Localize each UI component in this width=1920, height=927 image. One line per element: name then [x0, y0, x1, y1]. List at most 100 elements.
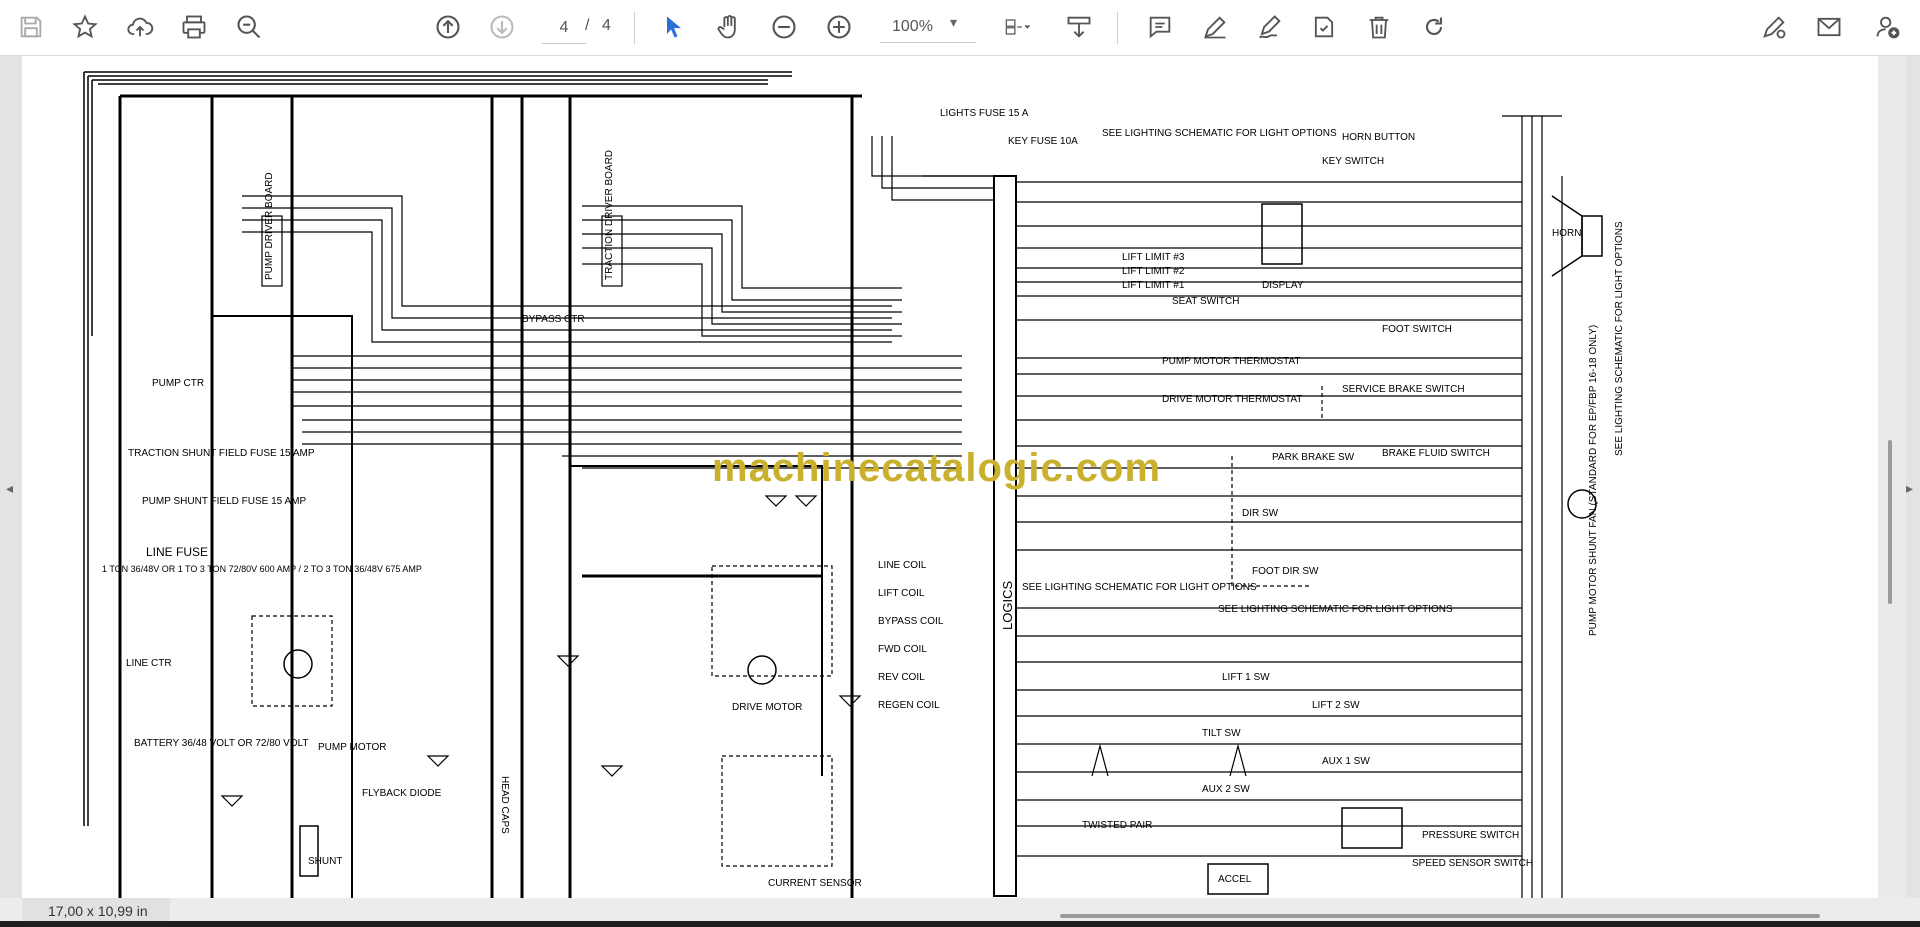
zoom-out-search-button[interactable]	[230, 8, 268, 46]
upload-button[interactable]	[121, 8, 159, 46]
page-size-label: 17,00 x 10,99 in	[22, 898, 170, 923]
schematic-label: LINE CTR	[126, 658, 172, 669]
horizontal-scroll-thumb[interactable]	[1060, 914, 1820, 918]
download-tray-icon	[1067, 16, 1091, 38]
schematic-label: LIFT LIMIT #2	[1122, 266, 1185, 277]
schematic-label: DRIVE MOTOR	[732, 702, 802, 713]
edit-pencil-icon	[1763, 16, 1786, 39]
schematic-label: REV COIL	[878, 672, 925, 683]
printer-icon	[182, 15, 206, 39]
toolbar-divider	[634, 12, 635, 44]
edit-button[interactable]	[1755, 8, 1793, 46]
zoom-search-icon	[237, 15, 261, 39]
stamp-icon	[1314, 16, 1334, 38]
redo-button[interactable]	[1415, 8, 1453, 46]
schematic-label: LINE COIL	[878, 560, 927, 571]
schematic-label: TILT SW	[1202, 728, 1241, 739]
schematic-label: PUMP MOTOR	[318, 742, 387, 753]
right-panel-toggle-icon[interactable]: ▸	[1906, 480, 1913, 497]
schematic-label: PUMP MOTOR THERMOSTAT	[1162, 356, 1301, 367]
cloud-upload-icon	[127, 17, 154, 37]
plus-circle-icon	[827, 15, 851, 39]
watermark-text: machinecatalogic.com	[712, 446, 1162, 490]
email-button[interactable]	[1810, 8, 1848, 46]
chevron-down-icon: ▾	[950, 14, 958, 30]
schematic-label: SPEED SENSOR SWITCH	[1412, 858, 1533, 869]
schematic-label: HORN	[1552, 228, 1581, 239]
schematic-label: SEAT SWITCH	[1172, 296, 1239, 307]
schematic-label: PUMP SHUNT FIELD FUSE 15 AMP	[142, 496, 306, 507]
print-button[interactable]	[175, 8, 213, 46]
schematic-label: LIFT COIL	[878, 588, 925, 599]
schematic-label: LIFT 2 SW	[1312, 700, 1360, 711]
schematic-label: DIR SW	[1242, 508, 1279, 519]
schematic-label: REGEN COIL	[878, 700, 940, 711]
schematic-label: SEE LIGHTING SCHEMATIC FOR LIGHT OPTIONS	[1614, 221, 1625, 456]
schematic-label: SERVICE BRAKE SWITCH	[1342, 384, 1465, 395]
schematic-label: PARK BRAKE SW	[1272, 452, 1355, 463]
hand-tool-button[interactable]	[710, 8, 748, 46]
zoom-value: 100%	[892, 18, 933, 35]
account-button[interactable]	[1869, 8, 1907, 46]
comment-icon	[1149, 16, 1171, 39]
minus-circle-icon	[772, 15, 796, 39]
vertical-scroll-thumb[interactable]	[1888, 440, 1892, 604]
schematic-label: SEE LIGHTING SCHEMATIC FOR LIGHT OPTIONS	[1218, 604, 1453, 615]
delete-button[interactable]	[1360, 8, 1398, 46]
zoom-in-button[interactable]	[820, 8, 858, 46]
fit-page-button[interactable]	[992, 8, 1044, 46]
schematic-label: BYPASS CTR	[522, 314, 585, 325]
page-number-input[interactable]	[542, 13, 586, 44]
zoom-out-button[interactable]	[765, 8, 803, 46]
schematic-label: PUMP MOTOR SHUNT FAN (STANDARD FOR EP/FB…	[1588, 325, 1599, 636]
document-viewer: ◂ ▸ LIGHTS FUSE 15 A KEY FUSE 10A SEE LI…	[0, 56, 1920, 927]
star-icon	[72, 14, 98, 39]
logics-label: LOGICS	[1000, 581, 1015, 630]
schematic-label: BRAKE FLUID SWITCH	[1382, 448, 1490, 459]
sign-button[interactable]	[1251, 8, 1289, 46]
zoom-select[interactable]: 100% ▾	[880, 12, 976, 43]
vertical-scrollbar[interactable]	[1878, 56, 1906, 898]
prev-page-button[interactable]	[429, 8, 467, 46]
schematic-label: LINE FUSE	[146, 545, 208, 559]
schematic-label: LIGHTS FUSE 15 A	[940, 108, 1029, 119]
schematic-label: KEY FUSE 10A	[1008, 136, 1078, 147]
schematic-label: TRACTION DRIVER BOARD	[604, 150, 615, 280]
pointer-icon	[667, 16, 681, 38]
schematic-label: BATTERY 36/48 VOLT OR 72/80 VOLT	[134, 738, 309, 749]
schematic-label: LIFT 1 SW	[1222, 672, 1270, 683]
schematic-label: TRACTION SHUNT FIELD FUSE 15 AMP	[128, 448, 315, 459]
user-add-icon	[1876, 16, 1900, 39]
schematic-label: PRESSURE SWITCH	[1422, 830, 1519, 841]
schematic-label: SEE LIGHTING SCHEMATIC FOR LIGHT OPTIONS	[1022, 582, 1257, 593]
schematic-label: LIFT LIMIT #1	[1122, 280, 1185, 291]
pdf-toolbar: / 4 100% ▾	[0, 0, 1920, 56]
signature-pen-icon	[1258, 15, 1281, 39]
schematic-label: FOOT SWITCH	[1382, 324, 1452, 335]
schematic-label: CURRENT SENSOR	[768, 878, 862, 889]
schematic-label: SHUNT	[308, 856, 342, 867]
save-button[interactable]	[12, 8, 50, 46]
taskbar-edge	[0, 921, 1920, 927]
schematic-label: SEE LIGHTING SCHEMATIC FOR LIGHT OPTIONS	[1102, 128, 1337, 139]
comment-button[interactable]	[1141, 8, 1179, 46]
schematic-label: AUX 2 SW	[1202, 784, 1250, 795]
stamp-button[interactable]	[1305, 8, 1343, 46]
next-page-button[interactable]	[483, 8, 521, 46]
schematic-label: ACCEL	[1218, 874, 1252, 885]
arrow-up-circle-icon	[436, 15, 460, 39]
highlight-button[interactable]	[1196, 8, 1234, 46]
select-tool-button[interactable]	[655, 8, 693, 46]
schematic-label: 1 TON 36/48V OR 1 TO 3 TON 72/80V 600 AM…	[102, 564, 422, 574]
bookmark-button[interactable]	[66, 8, 104, 46]
schematic-label: FOOT DIR SW	[1252, 566, 1319, 577]
schematic-label: TWISTED PAIR	[1082, 820, 1152, 831]
left-panel-toggle-icon[interactable]: ◂	[6, 480, 13, 497]
schematic-label: PUMP DRIVER BOARD	[264, 172, 275, 280]
arrow-down-circle-icon	[490, 15, 514, 39]
schematic-label: FLYBACK DIODE	[362, 788, 442, 799]
download-button[interactable]	[1060, 8, 1098, 46]
envelope-icon	[1817, 17, 1841, 37]
redo-icon	[1425, 17, 1443, 36]
pdf-page: LIGHTS FUSE 15 A KEY FUSE 10A SEE LIGHTI…	[22, 56, 1878, 898]
